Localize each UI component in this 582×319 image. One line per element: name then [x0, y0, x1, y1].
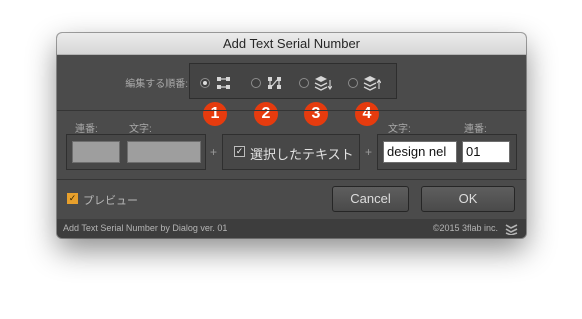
footer-version: Add Text Serial Number by Dialog ver. 01: [63, 223, 228, 233]
right-text-input[interactable]: design nel: [383, 141, 457, 163]
cancel-button[interactable]: Cancel: [332, 186, 409, 212]
selected-text-checkbox[interactable]: ✓: [234, 146, 245, 157]
right-group: design nel 01: [377, 134, 517, 170]
footer-bar: Add Text Serial Number by Dialog ver. 01…: [57, 219, 526, 238]
selected-text-group: ✓ 選択したテキスト: [222, 134, 360, 170]
right-serial-label: 連番:: [464, 124, 487, 135]
left-serial-input[interactable]: [72, 141, 120, 163]
plus-sign-right: +: [365, 145, 373, 159]
plus-sign-left: +: [210, 145, 218, 159]
right-text-label: 文字:: [388, 124, 411, 135]
selected-text-label: 選択したテキスト: [250, 147, 354, 162]
text-then-serial-icon: [268, 77, 281, 89]
dialog-window: Add Text Serial Number 編集する順番: 1 2 3 4 連…: [57, 33, 526, 238]
order-radio-2[interactable]: [251, 78, 261, 88]
left-text-input[interactable]: [127, 141, 201, 163]
order-radio-4[interactable]: [348, 78, 358, 88]
order-label: 編集する順番:: [125, 79, 188, 90]
3flab-logo-icon: [505, 224, 518, 235]
badge-2: 2: [254, 102, 278, 126]
right-serial-input[interactable]: 01: [462, 141, 510, 163]
badge-4: 4: [355, 102, 379, 126]
ok-button[interactable]: OK: [421, 186, 515, 212]
left-text-label: 文字:: [129, 124, 152, 135]
order-radio-1[interactable]: [200, 78, 210, 88]
order-radio-3[interactable]: [299, 78, 309, 88]
serial-then-text-icon: [217, 77, 230, 89]
preview-label: プレビュー: [83, 195, 138, 207]
layers-down-icon: [314, 76, 332, 91]
left-serial-label: 連番:: [75, 124, 98, 135]
layers-up-icon: [363, 76, 381, 91]
left-group: [66, 134, 206, 170]
badge-3: 3: [304, 102, 328, 126]
footer-copyright: ©2015 3flab inc.: [432, 223, 498, 233]
divider-top: [57, 110, 526, 111]
divider-bottom: [57, 179, 526, 180]
preview-checkbox[interactable]: ✓: [67, 193, 78, 204]
window-title: Add Text Serial Number: [57, 33, 526, 55]
badge-1: 1: [203, 102, 227, 126]
